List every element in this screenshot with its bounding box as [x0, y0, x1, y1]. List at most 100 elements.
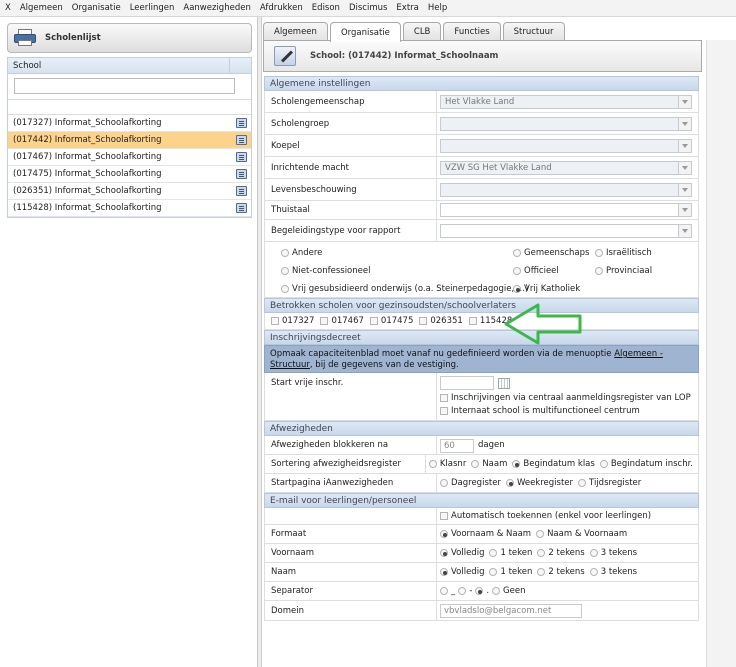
radio-button[interactable]: [537, 568, 546, 576]
separator-option[interactable]: -: [458, 586, 472, 596]
school-row[interactable]: (017467) Informat_Schoolafkorting: [8, 149, 251, 166]
menu-item-extra[interactable]: Extra: [396, 3, 418, 13]
menu-item-discimus[interactable]: Discimus: [349, 3, 387, 13]
chevron-down-icon[interactable]: [678, 117, 691, 130]
betrokken-school[interactable]: 026351: [419, 316, 463, 326]
radio-button[interactable]: [492, 587, 501, 595]
startpage-option[interactable]: Tijdsregister: [578, 478, 641, 488]
radio-button[interactable]: [578, 479, 587, 487]
radio-button[interactable]: [440, 530, 448, 538]
net-option[interactable]: Andere: [281, 248, 322, 258]
school-checkbox[interactable]: [468, 317, 477, 325]
field-select[interactable]: Het Vlakke Land: [440, 94, 692, 109]
school-row[interactable]: (017327) Informat_Schoolafkorting: [8, 115, 251, 132]
school-row[interactable]: (017442) Informat_Schoolafkorting: [8, 132, 251, 149]
radio-button[interactable]: [489, 549, 498, 557]
school-details-icon[interactable]: [236, 186, 247, 196]
radio-button[interactable]: [589, 549, 598, 557]
school-checkbox[interactable]: [320, 317, 329, 325]
chevron-down-icon[interactable]: [678, 95, 691, 108]
radio-button[interactable]: [471, 460, 480, 468]
betrokken-school[interactable]: 017475: [369, 316, 413, 326]
radio-button[interactable]: [599, 460, 608, 468]
chevron-down-icon[interactable]: [678, 224, 691, 237]
radio-button[interactable]: [537, 549, 546, 557]
startpage-option[interactable]: Weekregister: [505, 478, 573, 488]
radio-button[interactable]: [281, 249, 289, 257]
net-option[interactable]: Vrij Katholiek: [513, 284, 580, 294]
chevron-down-icon[interactable]: [678, 204, 691, 216]
betrokken-school[interactable]: 017327: [271, 316, 314, 326]
net-option[interactable]: Israëlitisch: [595, 248, 652, 258]
separator-option[interactable]: Geen: [492, 586, 525, 596]
sort-option[interactable]: Klasnr: [428, 459, 466, 469]
tab-algemeen[interactable]: Algemeen: [263, 22, 328, 41]
menu-item-algemeen[interactable]: Algemeen: [20, 3, 63, 13]
school-details-icon[interactable]: [236, 135, 247, 145]
radio-button[interactable]: [595, 249, 603, 257]
radio-button[interactable]: [440, 568, 448, 576]
naam-length-option[interactable]: 3 tekens: [589, 567, 637, 577]
naam-length-option[interactable]: 2 tekens: [537, 567, 585, 577]
school-checkbox[interactable]: [369, 317, 378, 325]
school-details-icon[interactable]: [236, 152, 247, 162]
school-row[interactable]: (115428) Informat_Schoolafkorting: [8, 200, 251, 217]
field-select[interactable]: VZW SG Het Vlakke Land: [440, 160, 692, 175]
field-select[interactable]: [440, 116, 692, 131]
radio-button[interactable]: [512, 460, 521, 468]
field-select[interactable]: [440, 223, 692, 238]
sort-option[interactable]: Begindatum inschr.: [599, 459, 693, 469]
lop-checkbox[interactable]: [440, 394, 448, 402]
scholenlijst-button[interactable]: Scholenlijst: [7, 23, 252, 53]
net-option[interactable]: Officieel: [513, 266, 559, 276]
menu-item-afdrukken[interactable]: Afdrukken: [260, 3, 303, 13]
school-column-header[interactable]: School: [8, 58, 230, 73]
field-select[interactable]: [440, 138, 692, 153]
tab-structuur[interactable]: Structuur: [502, 22, 565, 41]
school-details-icon[interactable]: [236, 169, 247, 179]
separator-option[interactable]: .: [475, 586, 489, 596]
menu-item-aanwezigheden[interactable]: Aanwezigheden: [183, 3, 250, 13]
school-checkbox[interactable]: [271, 317, 279, 325]
radio-button[interactable]: [489, 568, 498, 576]
naam-length-option[interactable]: 1 teken: [489, 567, 532, 577]
radio-button[interactable]: [513, 285, 521, 293]
radio-button[interactable]: [589, 568, 598, 576]
domein-input[interactable]: vbvladslo@belgacom.net: [440, 603, 582, 618]
format-option[interactable]: Voornaam & Naam: [440, 529, 531, 539]
radio-button[interactable]: [513, 267, 521, 275]
radio-button[interactable]: [440, 549, 448, 557]
radio-button[interactable]: [475, 587, 484, 595]
separator-option[interactable]: _: [440, 586, 455, 596]
menu-item-x[interactable]: X: [5, 3, 11, 13]
betrokken-school[interactable]: 017467: [320, 316, 364, 326]
radio-button[interactable]: [513, 249, 521, 257]
panel-splitter[interactable]: [258, 17, 262, 667]
school-details-icon[interactable]: [236, 118, 247, 128]
startpage-option[interactable]: Dagregister: [440, 478, 501, 488]
radio-button[interactable]: [428, 460, 437, 468]
chevron-down-icon[interactable]: [678, 139, 691, 152]
menu-item-organisatie[interactable]: Organisatie: [72, 3, 121, 13]
format-option[interactable]: Naam & Voornaam: [536, 529, 627, 539]
blokkeren-input[interactable]: 60: [440, 439, 474, 453]
radio-button[interactable]: [595, 267, 603, 275]
auto-toekennen-checkbox[interactable]: [440, 512, 448, 520]
calendar-icon[interactable]: [498, 377, 510, 389]
field-select[interactable]: [440, 182, 692, 197]
school-row[interactable]: (017475) Informat_Schoolafkorting: [8, 166, 251, 183]
sort-option[interactable]: Naam: [471, 459, 507, 469]
school-details-icon[interactable]: [236, 203, 247, 213]
net-option[interactable]: Provinciaal: [595, 266, 652, 276]
radio-button[interactable]: [440, 587, 448, 595]
chevron-down-icon[interactable]: [678, 161, 691, 174]
field-select[interactable]: [440, 203, 692, 217]
tab-organisatie[interactable]: Organisatie: [329, 22, 401, 42]
net-option[interactable]: Gemeenschaps: [513, 248, 589, 258]
voornaam-length-option[interactable]: Volledig: [440, 548, 484, 558]
net-option[interactable]: Niet-confessioneel: [281, 266, 370, 276]
radio-button[interactable]: [281, 267, 289, 275]
school-checkbox[interactable]: [419, 317, 428, 325]
radio-button[interactable]: [505, 479, 514, 487]
radio-button[interactable]: [440, 479, 448, 487]
